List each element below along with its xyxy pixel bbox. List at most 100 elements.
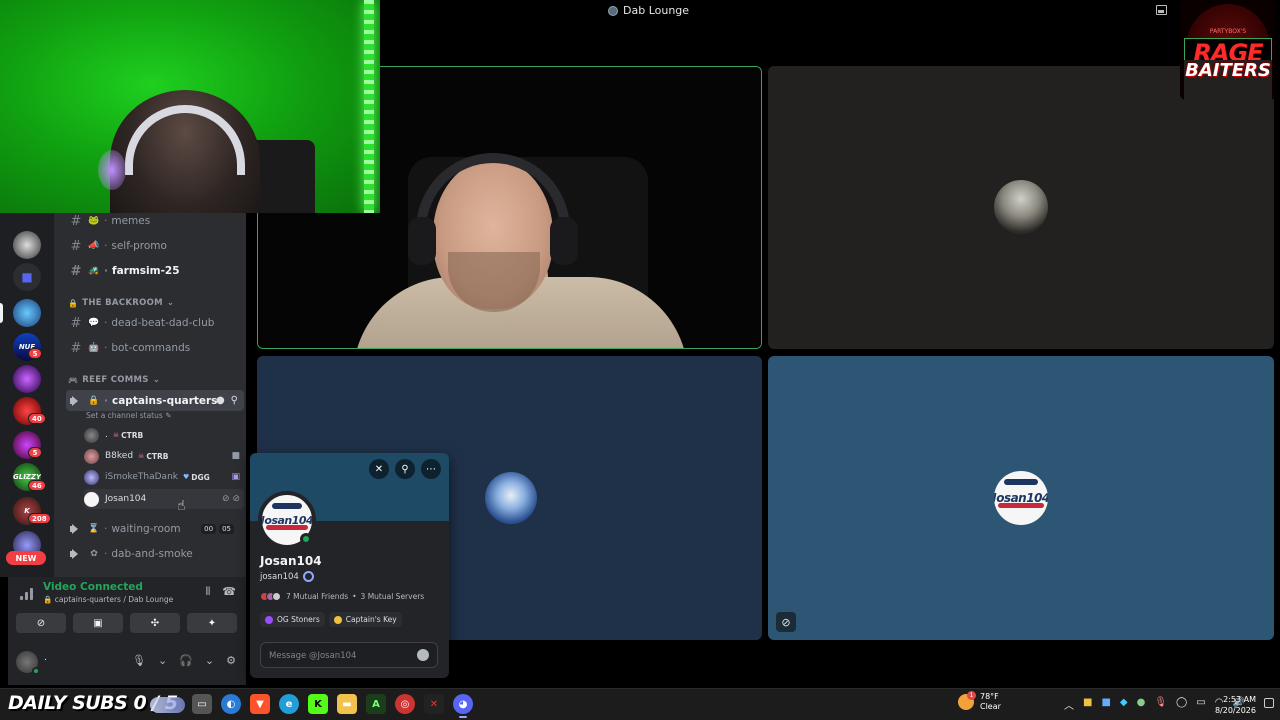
video-tile-josan104[interactable]: Josan104 ⊘ [768, 356, 1274, 640]
popout-window-icon[interactable] [1156, 5, 1167, 15]
avatar [84, 491, 99, 507]
server-icon[interactable] [13, 365, 41, 393]
file-explorer-icon[interactable]: ▬ [337, 694, 357, 714]
voice-member[interactable]: B8ked ☠ CTRB ■ [84, 446, 244, 466]
channel-actions: ● ⚲ [216, 395, 238, 406]
microphone-icon[interactable]: 🎙 [132, 654, 146, 667]
voice-channel-dab-and-smoke[interactable]: ✿ · dab-and-smoke [66, 543, 244, 565]
noise-suppression-icon[interactable]: ⫴ [206, 585, 211, 599]
connection-location[interactable]: 🔒 captains-quarters / Dab Lounge [43, 595, 173, 604]
nitro-badge-icon[interactable] [302, 571, 314, 582]
pencil-icon: ✎ [165, 411, 172, 420]
mutuals[interactable]: 7 Mutual Friends • 3 Mutual Servers [260, 592, 424, 601]
microphone-icon[interactable]: 🎙 [1154, 697, 1167, 712]
channel-dead-beat-dad-club[interactable]: # 💬 · dead-beat-dad-club [66, 312, 244, 334]
logo-line2: BAITERS [1184, 60, 1272, 100]
server-badge: 5 [28, 348, 42, 359]
channel-emoji: 🐸 [88, 216, 100, 226]
avatar [84, 427, 99, 443]
avatar [84, 448, 99, 464]
soundboard-button[interactable]: ✦ [187, 613, 237, 633]
channel-self-promo[interactable]: # 📣 · self-promo [66, 235, 244, 257]
weather-widget[interactable]: 1 78°F Clear [958, 691, 1001, 712]
folder-icon[interactable]: ■ [13, 263, 41, 291]
chevron-down-icon[interactable]: ⌄ [205, 654, 214, 667]
mutual-friends[interactable]: 7 Mutual Friends [286, 592, 348, 601]
app-icon[interactable]: A [366, 694, 386, 714]
video-icon: ■ [231, 451, 240, 461]
user-tools: 🎙 ⌄ 🎧 ⌄ ⚙ [132, 654, 236, 667]
connection-status[interactable]: Video Connected [43, 581, 143, 593]
tray-app-icon[interactable]: ■ [1101, 697, 1110, 712]
notification-icon[interactable] [1264, 698, 1274, 708]
moon-icon: 1 [958, 691, 976, 710]
discord-icon[interactable]: ◕ [453, 694, 473, 718]
role-og-stoners[interactable]: OG Stoners [260, 612, 325, 627]
chevron-up-icon[interactable]: ︿ [1064, 697, 1074, 712]
server-icon[interactable] [13, 231, 41, 259]
channel-emoji: 📣 [88, 241, 100, 251]
chevron-down-icon[interactable]: ⌄ [158, 654, 167, 667]
tray-app-icon[interactable]: ◯ [1176, 697, 1187, 712]
deafen-icon[interactable]: ✕ [369, 459, 389, 479]
tray-app-icon[interactable]: ▭ [1196, 697, 1205, 712]
new-badge[interactable]: NEW [6, 551, 46, 565]
message-box [260, 642, 438, 668]
pointer-cursor-icon: ☝ [177, 498, 186, 514]
edge-browser-icon[interactable]: e [279, 694, 299, 714]
gear-icon[interactable]: ⚙ [226, 654, 236, 667]
weather-badge: 1 [967, 691, 976, 700]
voice-member[interactable]: iSmokeThaDank ♥ DGG ▣ [84, 467, 244, 487]
camera-toggle-button[interactable]: ⊘ [16, 613, 66, 633]
online-status-icon [300, 533, 312, 545]
role-captains-key[interactable]: Captain's Key [328, 612, 402, 627]
user-name[interactable]: . [44, 653, 47, 663]
category-label: REEF COMMS [82, 375, 149, 385]
app-icon[interactable]: ✕ [424, 694, 444, 714]
hash-icon: # [70, 263, 82, 279]
signal-icon[interactable] [20, 586, 34, 600]
server-icon [608, 5, 618, 16]
mutual-avatars [260, 592, 281, 601]
category-the-backroom[interactable]: 🔒 THE BACKROOM ⌄ [68, 298, 174, 308]
channel-memes[interactable]: # 🐸 · memes [66, 210, 244, 232]
category-reef-comms[interactable]: 🎮 REEF COMMS ⌄ [68, 375, 160, 385]
speaker-icon [66, 547, 86, 561]
mute-deafen-icons: ⊘ ⊘ [222, 494, 240, 504]
server-icon[interactable] [13, 299, 41, 327]
system-clock[interactable]: 2:53 AM 8/20/2026 [1215, 694, 1256, 716]
disconnect-icon[interactable]: ☎ [222, 585, 236, 599]
kick-app-icon[interactable]: K [308, 694, 328, 714]
app-icon[interactable]: ◐ [221, 694, 241, 714]
task-view-icon[interactable]: ▭ [192, 694, 212, 714]
screen-share-button[interactable]: ▣ [73, 613, 123, 633]
server-badge: 40 [28, 413, 46, 424]
voice-member[interactable]: . ☠ CTRB [84, 425, 244, 445]
avatar [84, 469, 99, 485]
chat-bubble-icon[interactable]: ● [216, 395, 225, 406]
flower-icon: ✿ [90, 549, 98, 559]
video-tile-user-2[interactable] [768, 66, 1274, 349]
headphones-icon[interactable]: 🎧 [179, 654, 193, 667]
channel-name: captains-quarters [112, 394, 218, 407]
emoji-icon[interactable] [417, 649, 429, 661]
voice-member[interactable]: Josan104 ⊘ ⊘ [84, 489, 244, 509]
channel-emoji: 💬 [88, 318, 100, 328]
brave-browser-icon[interactable]: ▼ [250, 694, 270, 714]
channel-farmsim-25[interactable]: # 🚜 · farmsim-25 [66, 260, 244, 282]
voice-channel-captains-quarters[interactable]: 🔒 · captains-quarters ● ⚲ [66, 390, 244, 411]
tray-app-icon[interactable]: ● [1137, 697, 1146, 712]
voice-channel-waiting-room[interactable]: ⌛ · waiting-room 00 05 [66, 518, 244, 540]
channel-bot-commands[interactable]: # 🤖 · bot-commands [66, 337, 244, 359]
mutual-servers[interactable]: 3 Mutual Servers [361, 592, 425, 601]
add-member-icon[interactable]: ⚲ [231, 395, 238, 406]
activities-button[interactable]: ✣ [130, 613, 180, 633]
channel-status-hint[interactable]: Set a channel status ✎ [86, 411, 171, 420]
more-options-icon[interactable]: ⋯ [421, 459, 441, 479]
channel-name: dab-and-smoke [111, 548, 193, 560]
add-friend-icon[interactable]: ⚲ [395, 459, 415, 479]
tray-app-icon[interactable]: ◆ [1120, 697, 1128, 712]
direct-message-input[interactable] [269, 648, 409, 663]
tray-app-icon[interactable]: ■ [1083, 697, 1092, 712]
app-icon[interactable]: ◎ [395, 694, 415, 714]
